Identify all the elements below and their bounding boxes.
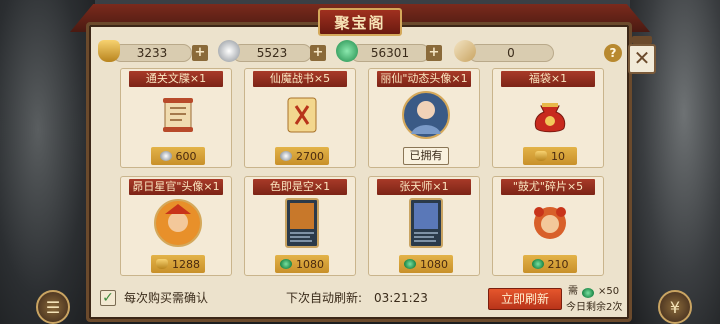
portrait-icon <box>400 89 452 141</box>
jade-icon <box>404 259 416 269</box>
silver-coin-icon <box>159 151 172 161</box>
fragment-icon <box>524 197 576 249</box>
shop-item-card[interactable]: 色即是空×1 1080 <box>244 176 356 276</box>
item-title: 仙魔战书×5 <box>253 71 347 87</box>
shop-item-card[interactable]: 仙魔战书×5 2700 <box>244 68 356 168</box>
price-value: 1080 <box>420 257 448 271</box>
jade-icon <box>582 288 594 298</box>
item-price[interactable]: 1288 <box>151 255 205 273</box>
resource-gold-value: 3233 <box>136 46 168 60</box>
item-price[interactable]: 10 <box>523 147 577 165</box>
price-value: 10 <box>551 149 565 163</box>
owned-badge: 已拥有 <box>403 147 449 165</box>
resource-jade-value: 56301 <box>370 46 410 60</box>
silver-coin-icon <box>280 151 292 161</box>
item-price[interactable]: 1080 <box>275 255 329 273</box>
remaining-refresh-label: 今日剩余2次 <box>566 302 623 313</box>
price-value: 600 <box>175 149 197 163</box>
help-button[interactable]: ? <box>604 44 622 62</box>
add-jade-button[interactable]: + <box>426 45 442 61</box>
item-title: 通关文牒×1 <box>129 71 223 87</box>
jade-icon <box>280 259 292 269</box>
item-title: 福袋×1 <box>501 71 595 87</box>
card-icon <box>400 197 452 249</box>
war-letter-icon <box>276 89 328 141</box>
item-price[interactable]: 2700 <box>275 147 329 165</box>
item-price[interactable]: 600 <box>151 147 205 165</box>
gold-ingot-icon <box>156 259 168 269</box>
shop-title: 聚宝阁 <box>318 8 402 36</box>
price-value: 1288 <box>172 257 200 271</box>
refresh-timer: 03:21:23 <box>374 291 428 305</box>
resource-scroll-value: 0 <box>507 46 515 60</box>
close-button-hanger <box>632 36 652 44</box>
item-title: 张天师×1 <box>377 179 471 195</box>
background-scenery-left <box>0 0 95 324</box>
item-price[interactable]: 210 <box>523 255 577 273</box>
chat-button[interactable]: ☰ <box>36 290 70 324</box>
add-silver-button[interactable]: + <box>310 45 326 61</box>
shop-item-card[interactable]: "鼓尤"碎片×5 210 <box>492 176 604 276</box>
shop-item-card[interactable]: 通关文牒×1 600 <box>120 68 232 168</box>
gold-ingot-icon <box>535 151 547 161</box>
price-value: 1080 <box>296 257 324 271</box>
price-value: 2700 <box>296 149 324 163</box>
card-icon <box>276 197 328 249</box>
shop-panel <box>86 22 632 322</box>
scroll-icon <box>152 89 204 141</box>
auto-refresh-label: 下次自动刷新: <box>286 291 363 305</box>
refresh-cost-prefix: 需 <box>568 286 578 297</box>
shop-item-card[interactable]: 福袋×1 10 <box>492 68 604 168</box>
confirm-label: 每次购买需确认 <box>124 291 209 305</box>
item-title: 丽仙"动态头像×1 <box>377 71 471 87</box>
avatar-icon <box>152 197 204 249</box>
shop-item-card[interactable]: 丽仙"动态头像×1 已拥有 <box>368 68 480 168</box>
currency-exchange-button[interactable]: ¥ <box>658 290 692 324</box>
item-title: 昴日星官"头像×1 <box>129 179 223 195</box>
price-value: 210 <box>547 257 569 271</box>
confirm-checkbox[interactable]: ✓ <box>100 290 116 306</box>
item-title: "鼓尤"碎片×5 <box>501 179 595 195</box>
add-gold-button[interactable]: + <box>192 45 208 61</box>
close-button[interactable]: ✕ <box>628 44 656 74</box>
refresh-now-button[interactable]: 立即刷新 <box>488 288 562 310</box>
resource-silver-value: 5523 <box>256 46 288 60</box>
shop-item-card[interactable]: 张天师×1 1080 <box>368 176 480 276</box>
refresh-cost-value: ×50 <box>598 286 620 297</box>
lucky-bag-icon <box>524 89 576 141</box>
item-price[interactable]: 1080 <box>399 255 453 273</box>
item-title: 色即是空×1 <box>253 179 347 195</box>
shop-item-card[interactable]: 昴日星官"头像×1 1288 <box>120 176 232 276</box>
jade-icon <box>531 259 544 269</box>
